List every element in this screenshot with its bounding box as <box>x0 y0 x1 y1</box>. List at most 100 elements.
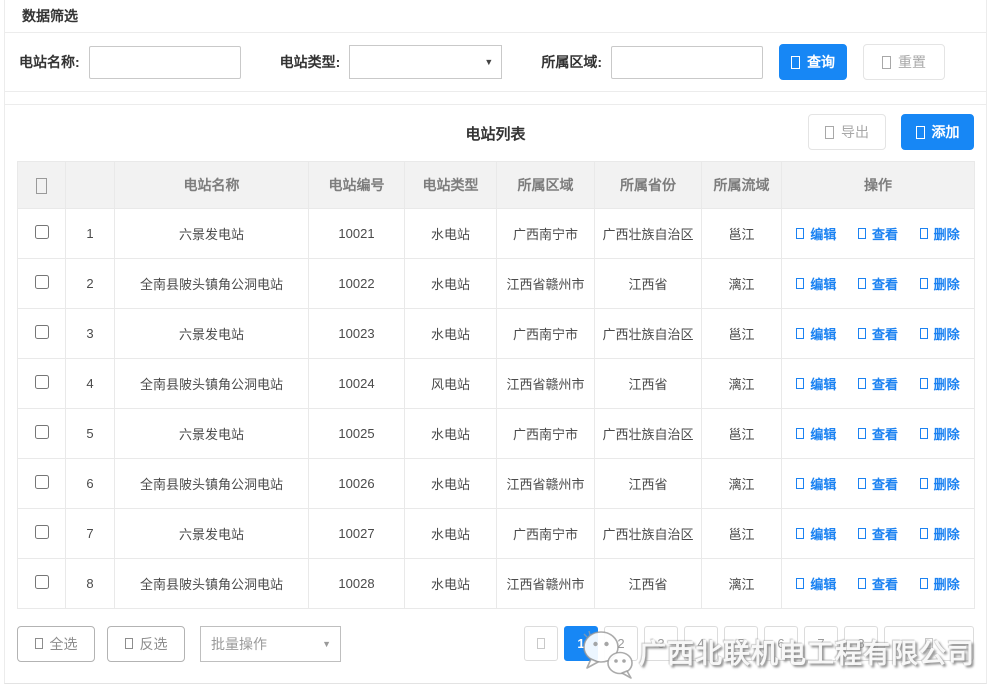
page-button-8[interactable]: 8 <box>844 626 878 661</box>
delete-link[interactable]: 删除 <box>920 324 960 343</box>
delete-link[interactable]: 删除 <box>920 474 960 493</box>
page-button-7[interactable]: 7 <box>804 626 838 661</box>
row-index-cell: 6 <box>66 459 115 509</box>
reset-button[interactable]: 重置 <box>863 44 945 80</box>
delete-link[interactable]: 删除 <box>920 274 960 293</box>
region-input[interactable] <box>611 46 763 79</box>
station-name-cell: 六景发电站 <box>115 509 309 559</box>
pagination: 12345678 <box>524 626 974 661</box>
station-name-cell: 全南县陂头镇角公洞电站 <box>115 559 309 609</box>
station-name-input[interactable] <box>89 46 241 79</box>
row-checkbox[interactable] <box>35 525 49 539</box>
page-button-5[interactable]: 5 <box>724 626 758 661</box>
station-type-select[interactable]: ▼ <box>349 45 502 79</box>
region-cell: 江西省赣州市 <box>497 359 595 409</box>
basin-cell: 邕江 <box>702 509 782 559</box>
province-header: 所属省份 <box>595 162 702 209</box>
view-link[interactable]: 查看 <box>858 574 898 593</box>
query-button[interactable]: 查询 <box>779 44 847 80</box>
basin-cell: 邕江 <box>702 209 782 259</box>
row-index-cell: 7 <box>66 509 115 559</box>
basin-cell: 漓江 <box>702 259 782 309</box>
select-all-button[interactable]: 全选 <box>17 626 95 662</box>
row-checkbox[interactable] <box>35 475 49 489</box>
checkbox-cell <box>18 209 66 259</box>
edit-link[interactable]: 编辑 <box>796 474 836 493</box>
delete-icon <box>920 478 928 489</box>
export-icon <box>825 126 834 139</box>
batch-select-arrow-icon: ▼ <box>322 639 331 649</box>
edit-link[interactable]: 编辑 <box>796 274 836 293</box>
page-button-1[interactable]: 1 <box>564 626 598 661</box>
view-link[interactable]: 查看 <box>858 524 898 543</box>
operations-cell: 编辑 查看 删除 <box>782 309 975 359</box>
export-button[interactable]: 导出 <box>808 114 886 150</box>
row-checkbox[interactable] <box>35 275 49 289</box>
edit-link[interactable]: 编辑 <box>796 424 836 443</box>
station-type-cell: 风电站 <box>405 359 497 409</box>
row-index-cell: 5 <box>66 409 115 459</box>
edit-icon <box>796 328 804 339</box>
page-button-3[interactable]: 3 <box>644 626 678 661</box>
edit-link[interactable]: 编辑 <box>796 574 836 593</box>
add-button[interactable]: 添加 <box>901 114 974 150</box>
view-icon <box>858 228 866 239</box>
edit-link[interactable]: 编辑 <box>796 224 836 243</box>
checkbox-cell <box>18 459 66 509</box>
row-index-cell: 1 <box>66 209 115 259</box>
row-index-cell: 3 <box>66 309 115 359</box>
next-page-button[interactable] <box>884 626 974 661</box>
station-type-cell: 水电站 <box>405 309 497 359</box>
delete-link[interactable]: 删除 <box>920 424 960 443</box>
province-cell: 江西省 <box>595 459 702 509</box>
station-type-cell: 水电站 <box>405 509 497 559</box>
page-button-2[interactable]: 2 <box>604 626 638 661</box>
station-name-cell: 六景发电站 <box>115 309 309 359</box>
view-link[interactable]: 查看 <box>858 474 898 493</box>
page-button-6[interactable]: 6 <box>764 626 798 661</box>
view-link[interactable]: 查看 <box>858 224 898 243</box>
view-link[interactable]: 查看 <box>858 274 898 293</box>
station-code-cell: 10027 <box>309 509 405 559</box>
page-button-4[interactable]: 4 <box>684 626 718 661</box>
delete-link[interactable]: 删除 <box>920 524 960 543</box>
edit-link[interactable]: 编辑 <box>796 324 836 343</box>
basin-cell: 邕江 <box>702 309 782 359</box>
prev-page-button[interactable] <box>524 626 558 661</box>
row-checkbox[interactable] <box>35 225 49 239</box>
batch-operation-select[interactable]: 批量操作 ▼ <box>200 626 341 662</box>
region-cell: 广西南宁市 <box>497 309 595 359</box>
province-cell: 江西省 <box>595 559 702 609</box>
delete-icon <box>920 278 928 289</box>
row-checkbox[interactable] <box>35 375 49 389</box>
province-cell: 广西壮族自治区 <box>595 409 702 459</box>
station-code-cell: 10025 <box>309 409 405 459</box>
province-cell: 广西壮族自治区 <box>595 209 702 259</box>
basin-cell: 邕江 <box>702 409 782 459</box>
next-page-button-icon <box>925 638 933 649</box>
view-link[interactable]: 查看 <box>858 324 898 343</box>
edit-link[interactable]: 编辑 <box>796 374 836 393</box>
edit-icon <box>796 428 804 439</box>
row-checkbox[interactable] <box>35 425 49 439</box>
select-all-checkbox-icon[interactable] <box>36 178 47 194</box>
delete-link[interactable]: 删除 <box>920 374 960 393</box>
basin-cell: 漓江 <box>702 459 782 509</box>
region-cell: 广西南宁市 <box>497 409 595 459</box>
view-icon <box>858 328 866 339</box>
edit-icon <box>796 278 804 289</box>
row-checkbox[interactable] <box>35 325 49 339</box>
table-row: 1 六景发电站 10021 水电站 广西南宁市 广西壮族自治区 邕江 编辑 查看… <box>18 209 975 259</box>
delete-link[interactable]: 删除 <box>920 574 960 593</box>
view-link[interactable]: 查看 <box>858 374 898 393</box>
row-checkbox[interactable] <box>35 575 49 589</box>
basin-cell: 漓江 <box>702 359 782 409</box>
view-link[interactable]: 查看 <box>858 424 898 443</box>
station-code-cell: 10022 <box>309 259 405 309</box>
checkbox-cell <box>18 559 66 609</box>
edit-link[interactable]: 编辑 <box>796 524 836 543</box>
invert-selection-button[interactable]: 反选 <box>107 626 185 662</box>
table-row: 4 全南县陂头镇角公洞电站 10024 风电站 江西省赣州市 江西省 漓江 编辑… <box>18 359 975 409</box>
delete-link[interactable]: 删除 <box>920 224 960 243</box>
select-all-header[interactable] <box>18 162 66 209</box>
